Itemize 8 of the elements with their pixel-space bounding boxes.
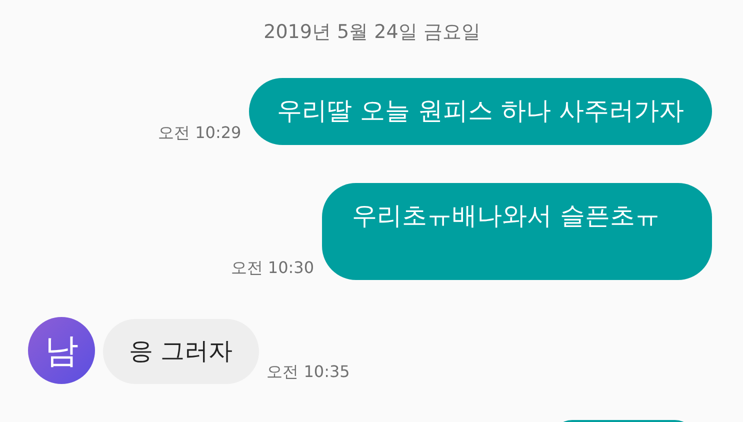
message-time: 오전 10:35: [266, 362, 350, 382]
avatar[interactable]: 남: [28, 317, 95, 384]
message-bubble: 우리초ㅠ배나와서 슬픈초ㅠ: [322, 183, 712, 280]
message-time: 오전 10:30: [230, 258, 314, 278]
date-divider: 2019년 5월 24일 금요일: [262, 20, 482, 45]
message-bubble: 응 그러자: [103, 319, 259, 384]
message-time: 오전 10:29: [158, 123, 242, 143]
message-bubble: 우리딸 오늘 원피스 하나 사주러가자: [249, 78, 712, 145]
